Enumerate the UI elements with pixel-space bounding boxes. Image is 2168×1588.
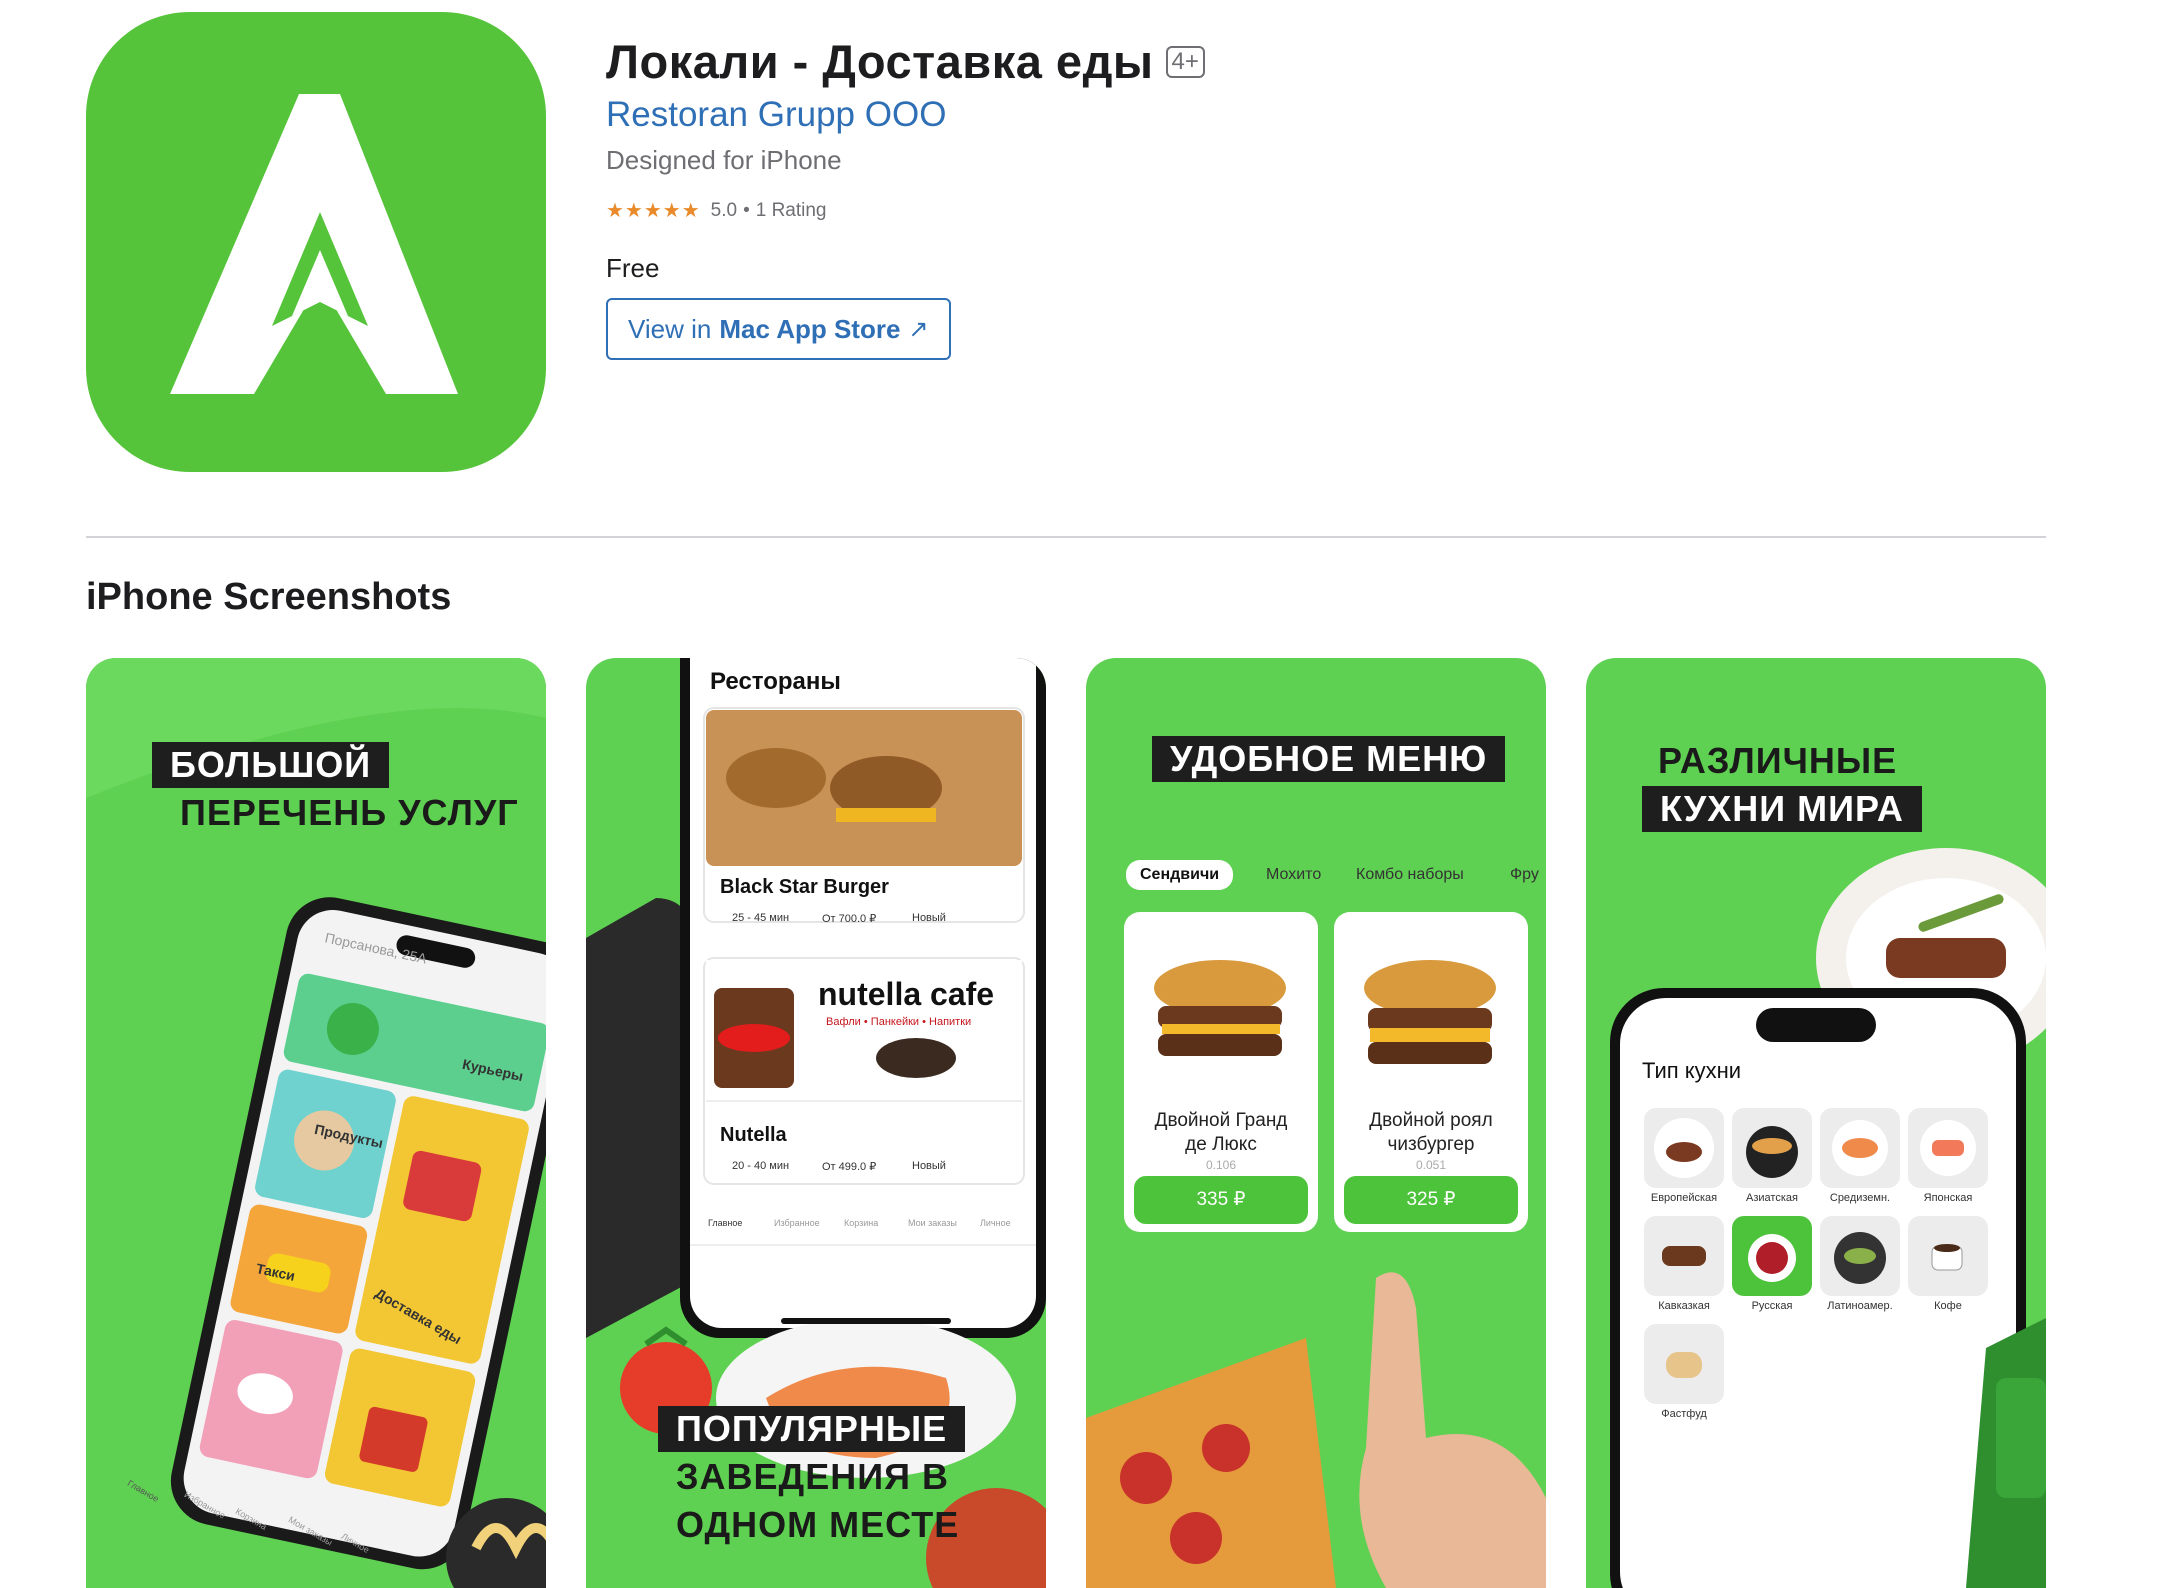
s2-caption-line-3: ОДНОМ МЕСТЕ [676,1504,960,1545]
cuisine-latin-tile[interactable] [1820,1216,1900,1296]
latin-dish-icon [1834,1232,1886,1284]
caption-line-1: БОЛЬШОЙ [152,742,390,788]
card-time-nutella: 20 - 40 мин [732,1160,790,1172]
rating-stars-icon: ★★★★★ [606,200,701,222]
app-info: Локали - Доставка еды 4+ Restoran Grupp … [606,34,1205,360]
card-badge-nutella: Новый [912,1160,946,1172]
cuisine-japanese-label: Японская [1923,1192,1973,1204]
cuisine-fastfood-label: Фастфуд [1661,1408,1707,1420]
item-1-name-line-1: Двойной Гранд [1154,1110,1288,1131]
cuisine-russian-tile[interactable] [1732,1216,1812,1296]
card-price-nutella: От 499.0 ₽ [822,1161,877,1173]
item-2-name-line-1: Двойной роял [1369,1110,1493,1131]
card-time-black-star: 25 - 45 мин [732,912,790,924]
app-icon [86,12,546,472]
item-1-price-button[interactable]: 335 ₽ [1134,1188,1308,1211]
screenshot-1[interactable]: БОЛЬШОЙ ПЕРЕЧЕНЬ УСЛУГ Порсанова, 25А Ку… [86,658,546,1588]
s2-nav-home: Главное [708,1218,743,1228]
european-dish-icon [1654,1118,1714,1178]
item-2-name-line-2: чизбургер [1387,1134,1475,1155]
cuisine-mediterranean-tile[interactable] [1820,1108,1900,1188]
menu-tab-sandwiches[interactable]: Сендвичи [1126,860,1234,890]
menu-tab-combo[interactable]: Комбо наборы [1356,866,1464,884]
s2-nav-profile: Личное [980,1218,1011,1228]
nutella-cafe-logo: nutella cafe [818,976,995,1012]
cuisine-mediterranean-label: Средиземн. [1829,1192,1891,1204]
cuisine-russian-label: Русская [1751,1300,1793,1312]
cuisine-european-tile[interactable] [1644,1108,1724,1188]
section-divider [86,536,2046,538]
rating-value: 5.0 [710,199,738,221]
store-button-name: Mac App Store [719,313,901,344]
s2-nav-cart: Корзина [844,1218,879,1228]
item-2-weight: 0.051 [1415,1158,1447,1172]
s4-caption-line-2: КУХНИ МИРА [1642,786,1922,832]
rating-row: ★★★★★ 5.0 • 1 Rating [606,198,1205,223]
price-label: Free [606,253,660,283]
cuisine-european-label: Европейская [1650,1192,1718,1204]
app-title: Локали - Доставка еды [606,35,1154,88]
fastfood-wrap-icon [1666,1352,1702,1378]
s2-nav-orders: Мои заказы [908,1218,957,1228]
cuisine-coffee-label: Кофе [1934,1300,1962,1312]
app-logo-icon [170,94,458,394]
section-title: iPhone Screenshots [86,576,452,618]
s2-caption-line-1: ПОПУЛЯРНЫЕ [658,1406,966,1452]
store-button-prefix: View in [628,313,712,344]
item-1-name-line-2: де Люкс [1185,1134,1257,1155]
card-name-black-star[interactable]: Black Star Burger [720,876,889,899]
caucasian-dish-icon [1662,1246,1706,1266]
menu-tab-mojito[interactable]: Мохито [1266,866,1321,884]
screenshot-4[interactable]: РАЗЛИЧНЫЕ КУХНИ МИРА Тип кухни Европейск… [1586,658,2046,1588]
restaurants-title: Рестораны [710,668,841,695]
rating-count: 1 Rating [755,199,827,221]
caption-line-1-text: БОЛЬШОЙ [152,742,390,788]
cuisine-fastfood-tile[interactable] [1644,1324,1724,1404]
s4-caption-line-1: РАЗЛИЧНЫЕ [1658,740,1898,781]
screenshot-2[interactable]: Рестораны Black Star Burger 25 - 45 мин … [586,658,1046,1588]
item-1-weight: 0.106 [1205,1158,1237,1172]
s2-caption-line-2: ЗАВЕДЕНИЯ В [676,1456,949,1497]
rating-separator: • [743,199,750,221]
japanese-dish-icon [1920,1120,1976,1176]
mediterranean-dish-icon [1832,1120,1888,1176]
nutella-cafe-subtitle: Вафли • Панкейки • Напитки [826,1016,972,1028]
cuisine-type-title: Тип кухни [1642,1058,1742,1083]
cuisine-japanese-tile[interactable] [1908,1108,1988,1188]
russian-dish-icon [1748,1234,1796,1282]
view-in-mac-app-store-button[interactable]: View in Mac App Store ↗ [606,298,951,360]
card-badge-black-star: Новый [912,912,946,924]
asian-dish-icon [1746,1126,1798,1178]
s3-caption: УДОБНОЕ МЕНЮ [1152,736,1506,782]
s2-caption-line-1-text: ПОПУЛЯРНЫЕ [658,1406,966,1452]
s4-caption-line-2-text: КУХНИ МИРА [1642,786,1922,832]
age-rating-badge: 4+ [1165,45,1205,78]
cuisine-caucasian-tile[interactable] [1644,1216,1724,1296]
title-row: Локали - Доставка еды 4+ [606,34,1205,89]
cuisine-caucasian-label: Кавказкая [1658,1300,1710,1312]
card-name-nutella[interactable]: Nutella [720,1124,787,1147]
cuisine-asian-tile[interactable] [1732,1108,1812,1188]
cuisine-asian-label: Азиатская [1746,1192,1798,1204]
cuisine-coffee-tile[interactable] [1908,1216,1988,1296]
s3-caption-text: УДОБНОЕ МЕНЮ [1152,736,1506,782]
caption-line-2: ПЕРЕЧЕНЬ УСЛУГ [180,792,519,833]
screenshot-3[interactable]: УДОБНОЕ МЕНЮ Сендвичи Мохито Комбо набор… [1086,658,1546,1588]
s2-nav-favorites: Избранное [774,1218,820,1228]
external-link-arrow-icon: ↗ [908,315,929,343]
menu-tab-fruit[interactable]: Фру [1510,866,1539,884]
card-price-black-star: От 700.0 ₽ [822,913,877,925]
designed-for-label: Designed for iPhone [606,145,842,175]
cuisine-latin-label: Латиноамер. [1827,1300,1893,1312]
coffee-cup-icon [1931,1244,1963,1271]
item-2-price-button[interactable]: 325 ₽ [1344,1188,1518,1211]
developer-link[interactable]: Restoran Grupp OOO [606,95,946,135]
